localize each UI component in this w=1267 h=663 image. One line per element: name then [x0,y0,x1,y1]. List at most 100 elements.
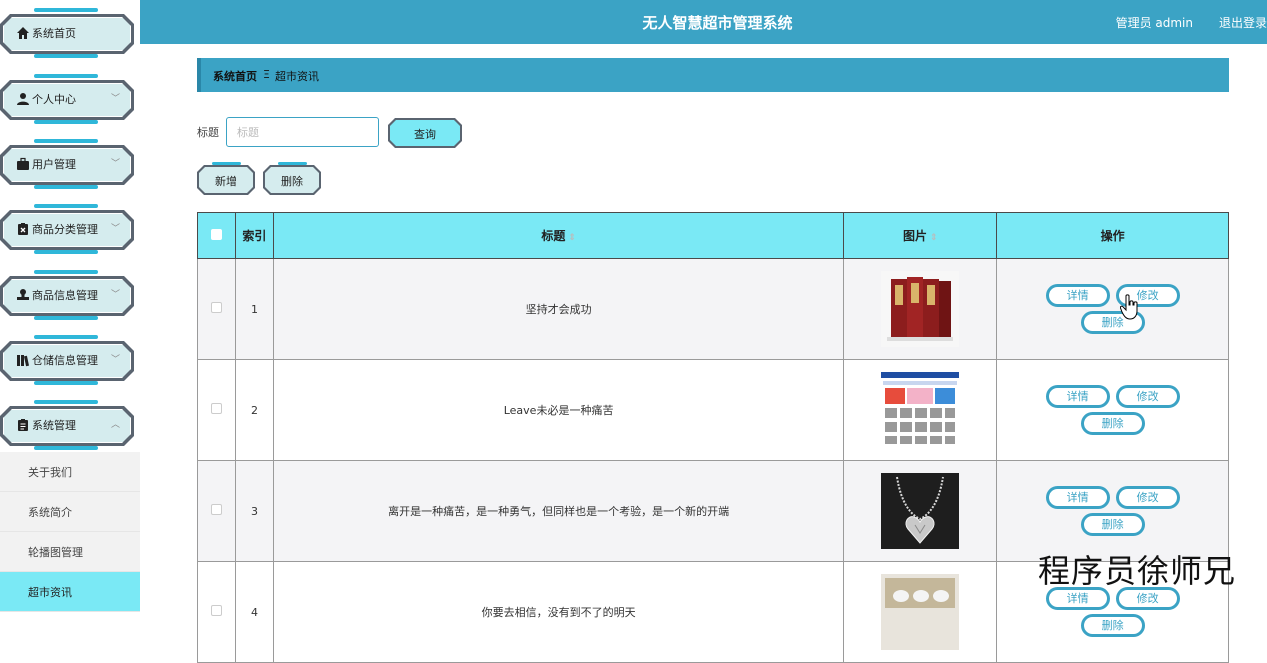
app-title: 无人智慧超市管理系统 [642,14,793,32]
detail-button[interactable]: 详情 [1045,486,1110,509]
row-checkbox[interactable] [210,605,222,616]
row-image-cell [843,258,998,360]
heart-necklace-image [881,473,960,549]
delete-button[interactable]: 删除 [1080,614,1145,637]
breadcrumb-current: 超市资讯 [275,70,319,83]
row-title: 离开是一种痛苦，是一种勇气，但同样也是一个考验，是一个新的开端 [272,460,845,562]
breadcrumb: 系统首页 Ξ 超市资讯 [197,58,1229,92]
row-index: 3 [234,460,274,562]
row-checkbox[interactable] [210,504,222,515]
book-set-image [881,271,960,347]
search-input[interactable] [226,117,379,147]
select-all-checkbox[interactable] [210,228,222,240]
person-icon [16,92,30,106]
row-image-cell [843,460,998,562]
webpage-screenshot-image [881,372,960,448]
sort-icon[interactable]: ⇕ [930,233,938,243]
sidebar-item-label: 系统管理 [32,419,76,432]
row-operations: 详情 修改 删除 [996,258,1229,360]
briefcase-icon [16,157,30,171]
chevron-icon: ﹀ [110,290,120,300]
books-icon [16,353,30,367]
row-title: 你要去相信，没有到不了的明天 [272,561,845,663]
clipboard-icon [16,418,30,432]
table-header-row: 索引 标题 ⇕ 图片 ⇕ 操作 [197,212,1229,259]
delete-button[interactable]: 删除 [1080,412,1145,435]
row-select-cell[interactable] [197,561,236,663]
column-header-image[interactable]: 图片 ⇕ [843,212,998,259]
add-button[interactable]: 新增 [197,162,255,195]
sidebar-item-label: 仓储信息管理 [32,354,98,367]
search-label: 标题 [197,126,219,139]
sidebar-item-6[interactable]: 仓储信息管理 ﹀ [0,333,134,387]
chevron-icon: ﹀ [110,94,120,104]
sidebar-item-4[interactable]: 商品分类管理 ﹀ [0,202,134,256]
row-image-cell [843,359,998,461]
edit-button[interactable]: 修改 [1115,486,1180,509]
table-row: 1 坚持才会成功 详情 修改 删除 [197,258,1229,360]
home-icon [16,26,30,40]
chevron-icon: ﹀ [110,224,120,234]
select-all-cell[interactable] [197,212,236,259]
clipboard-x-icon [16,222,30,236]
tea-set-image [881,574,960,650]
hand-cursor-icon [1120,294,1138,320]
user-label: 管理员 admin [1115,16,1193,30]
sidebar-subitem-label: 系统简介 [28,506,72,519]
sidebar-subitem-2[interactable]: 系统简介 [0,492,140,532]
sidebar-subitem-label: 轮播图管理 [28,546,83,559]
sidebar-item-1[interactable]: 系统首页 [0,6,134,60]
column-header-title[interactable]: 标题 ⇕ [272,212,845,259]
row-select-cell[interactable] [197,460,236,562]
sidebar-item-7[interactable]: 系统管理 ︿ [0,398,134,452]
detail-button[interactable]: 详情 [1045,284,1110,307]
row-title: 坚持才会成功 [272,258,845,360]
sidebar-subitem-4[interactable]: 超市资讯 [0,572,140,612]
table-row: 2 Leave未必是一种痛苦 详情 修改删除 [197,359,1229,461]
row-image-cell [843,561,998,663]
row-operations: 详情 修改删除 [996,359,1229,461]
sidebar-item-label: 系统首页 [32,27,76,40]
column-header-index: 索引 [234,212,274,259]
row-index: 2 [234,359,274,461]
add-button-label: 新增 [215,175,237,188]
stamp-icon [16,288,30,302]
row-index: 4 [234,561,274,663]
sidebar-item-5[interactable]: 商品信息管理 ﹀ [0,268,134,322]
chevron-icon: ﹀ [110,355,120,365]
batch-delete-button[interactable]: 删除 [263,162,321,195]
sidebar-subitem-3[interactable]: 轮播图管理 [0,532,140,572]
search-button-label: 查询 [414,128,436,141]
sidebar-item-label: 个人中心 [32,93,76,106]
sidebar-item-label: 用户管理 [32,158,76,171]
batch-delete-button-label: 删除 [281,175,303,188]
logout-link[interactable]: 退出登录 [1219,14,1267,31]
sidebar-item-3[interactable]: 用户管理 ﹀ [0,137,134,191]
row-title: Leave未必是一种痛苦 [272,359,845,461]
sort-icon[interactable]: ⇕ [568,233,576,243]
sidebar-item-label: 商品信息管理 [32,289,98,302]
watermark: 程序员徐师兄 [1038,552,1237,590]
sidebar-item-label: 商品分类管理 [32,223,98,236]
breadcrumb-separator: Ξ [263,68,270,81]
search-button[interactable]: 查询 [388,118,462,148]
sidebar-item-2[interactable]: 个人中心 ﹀ [0,72,134,126]
row-checkbox[interactable] [210,403,222,414]
sidebar: 系统首页个人中心 ﹀ 用户管理 ﹀ 商品分类管理 ﹀ 商品信息管理 ﹀ 仓储信息管理 ﹀ 系统管理 ︿… [0,0,140,612]
sidebar-subitem-1[interactable]: 关于我们 [0,452,140,492]
detail-button[interactable]: 详情 [1045,385,1110,408]
top-bar: 无人智慧超市管理系统 管理员 admin 退出登录 [140,0,1267,44]
sidebar-subitem-label: 关于我们 [28,466,72,479]
row-index: 1 [234,258,274,360]
delete-button[interactable]: 删除 [1080,513,1145,536]
sidebar-subitem-label: 超市资讯 [28,586,72,599]
row-select-cell[interactable] [197,258,236,360]
chevron-icon: ﹀ [110,159,120,169]
edit-button[interactable]: 修改 [1115,385,1180,408]
column-header-operations: 操作 [996,212,1229,259]
chevron-icon: ︿ [110,420,120,430]
breadcrumb-home[interactable]: 系统首页 [213,68,257,84]
row-checkbox[interactable] [210,302,222,313]
news-table: 索引 标题 ⇕ 图片 ⇕ 操作 1 坚持才会成功 详情 修改 删除 2 Leave未必是一种痛苦… [197,212,1229,663]
row-select-cell[interactable] [197,359,236,461]
